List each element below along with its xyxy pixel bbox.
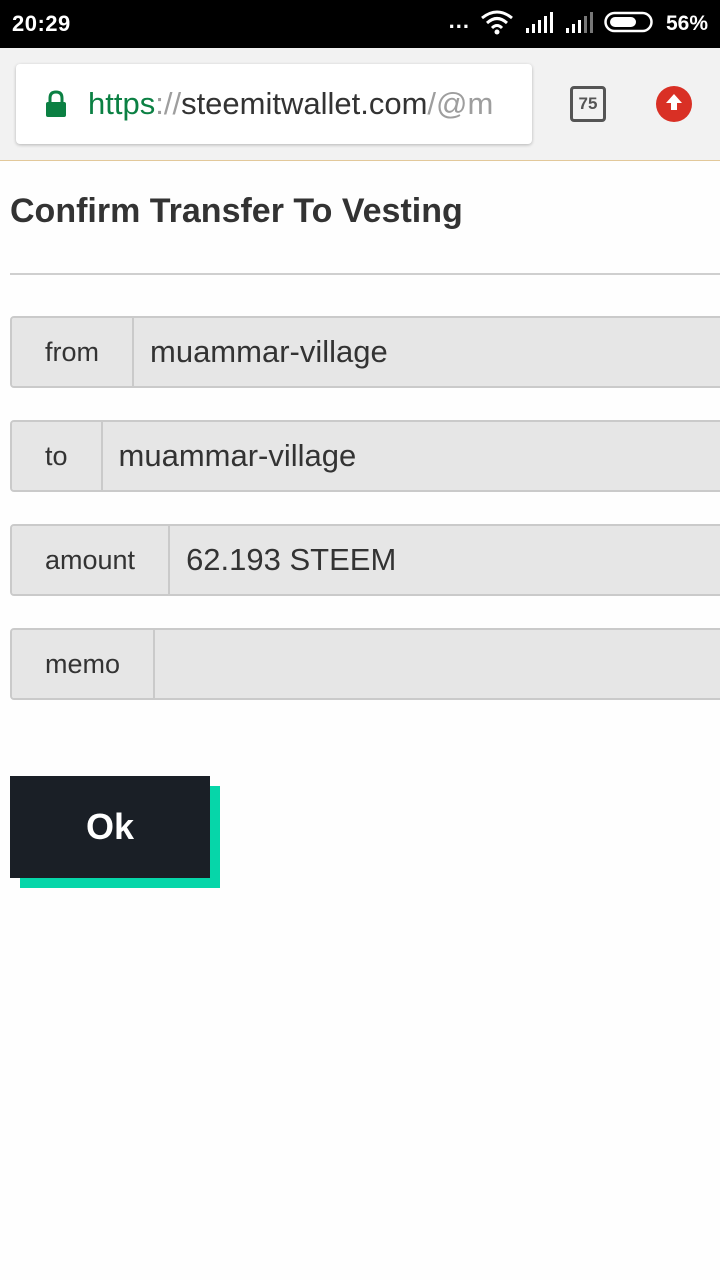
status-time: 20:29 bbox=[12, 11, 71, 36]
url-text: https://steemitwallet.com/@m bbox=[88, 86, 493, 122]
page-title: Confirm Transfer To Vesting bbox=[10, 192, 463, 230]
memo-field: memo bbox=[10, 628, 720, 700]
memo-input[interactable] bbox=[155, 630, 720, 698]
amount-label: amount bbox=[12, 526, 171, 594]
signal-icon bbox=[524, 10, 554, 39]
amount-input[interactable]: 62.193 STEEM bbox=[170, 526, 720, 594]
signal-icon bbox=[564, 10, 594, 39]
battery-icon bbox=[604, 11, 656, 38]
update-button[interactable] bbox=[656, 86, 692, 122]
address-bar[interactable]: https://steemitwallet.com/@m bbox=[16, 64, 532, 144]
from-label: from bbox=[12, 318, 134, 386]
to-field: to muammar-village bbox=[10, 420, 720, 492]
from-field: from muammar-village bbox=[10, 316, 720, 388]
to-input[interactable]: muammar-village bbox=[102, 422, 720, 490]
tabs-count: 75 bbox=[578, 94, 598, 113]
lock-icon bbox=[44, 90, 68, 123]
tabs-button[interactable]: 75 bbox=[570, 86, 606, 122]
divider bbox=[10, 273, 720, 275]
url-host: steemitwallet.com bbox=[181, 86, 428, 121]
to-label: to bbox=[12, 422, 103, 490]
ok-button[interactable]: Ok bbox=[10, 776, 210, 878]
status-bar: 20:29 ... 56% bbox=[0, 0, 720, 48]
browser-toolbar: https://steemitwallet.com/@m 75 bbox=[0, 48, 720, 161]
ok-button-wrap: Ok bbox=[10, 776, 220, 888]
amount-field: amount 62.193 STEEM bbox=[10, 524, 720, 596]
from-input[interactable]: muammar-village bbox=[134, 318, 720, 386]
url-path: /@m bbox=[427, 86, 494, 121]
url-scheme: https bbox=[88, 86, 156, 121]
memo-label: memo bbox=[12, 630, 156, 698]
url-separator: :// bbox=[155, 86, 182, 121]
update-arrow-icon bbox=[663, 91, 685, 118]
wifi-icon bbox=[480, 9, 514, 40]
status-icons: ... 56% bbox=[449, 0, 708, 48]
more-notifications-icon: ... bbox=[448, 8, 470, 33]
battery-percent: 56% bbox=[665, 12, 708, 35]
